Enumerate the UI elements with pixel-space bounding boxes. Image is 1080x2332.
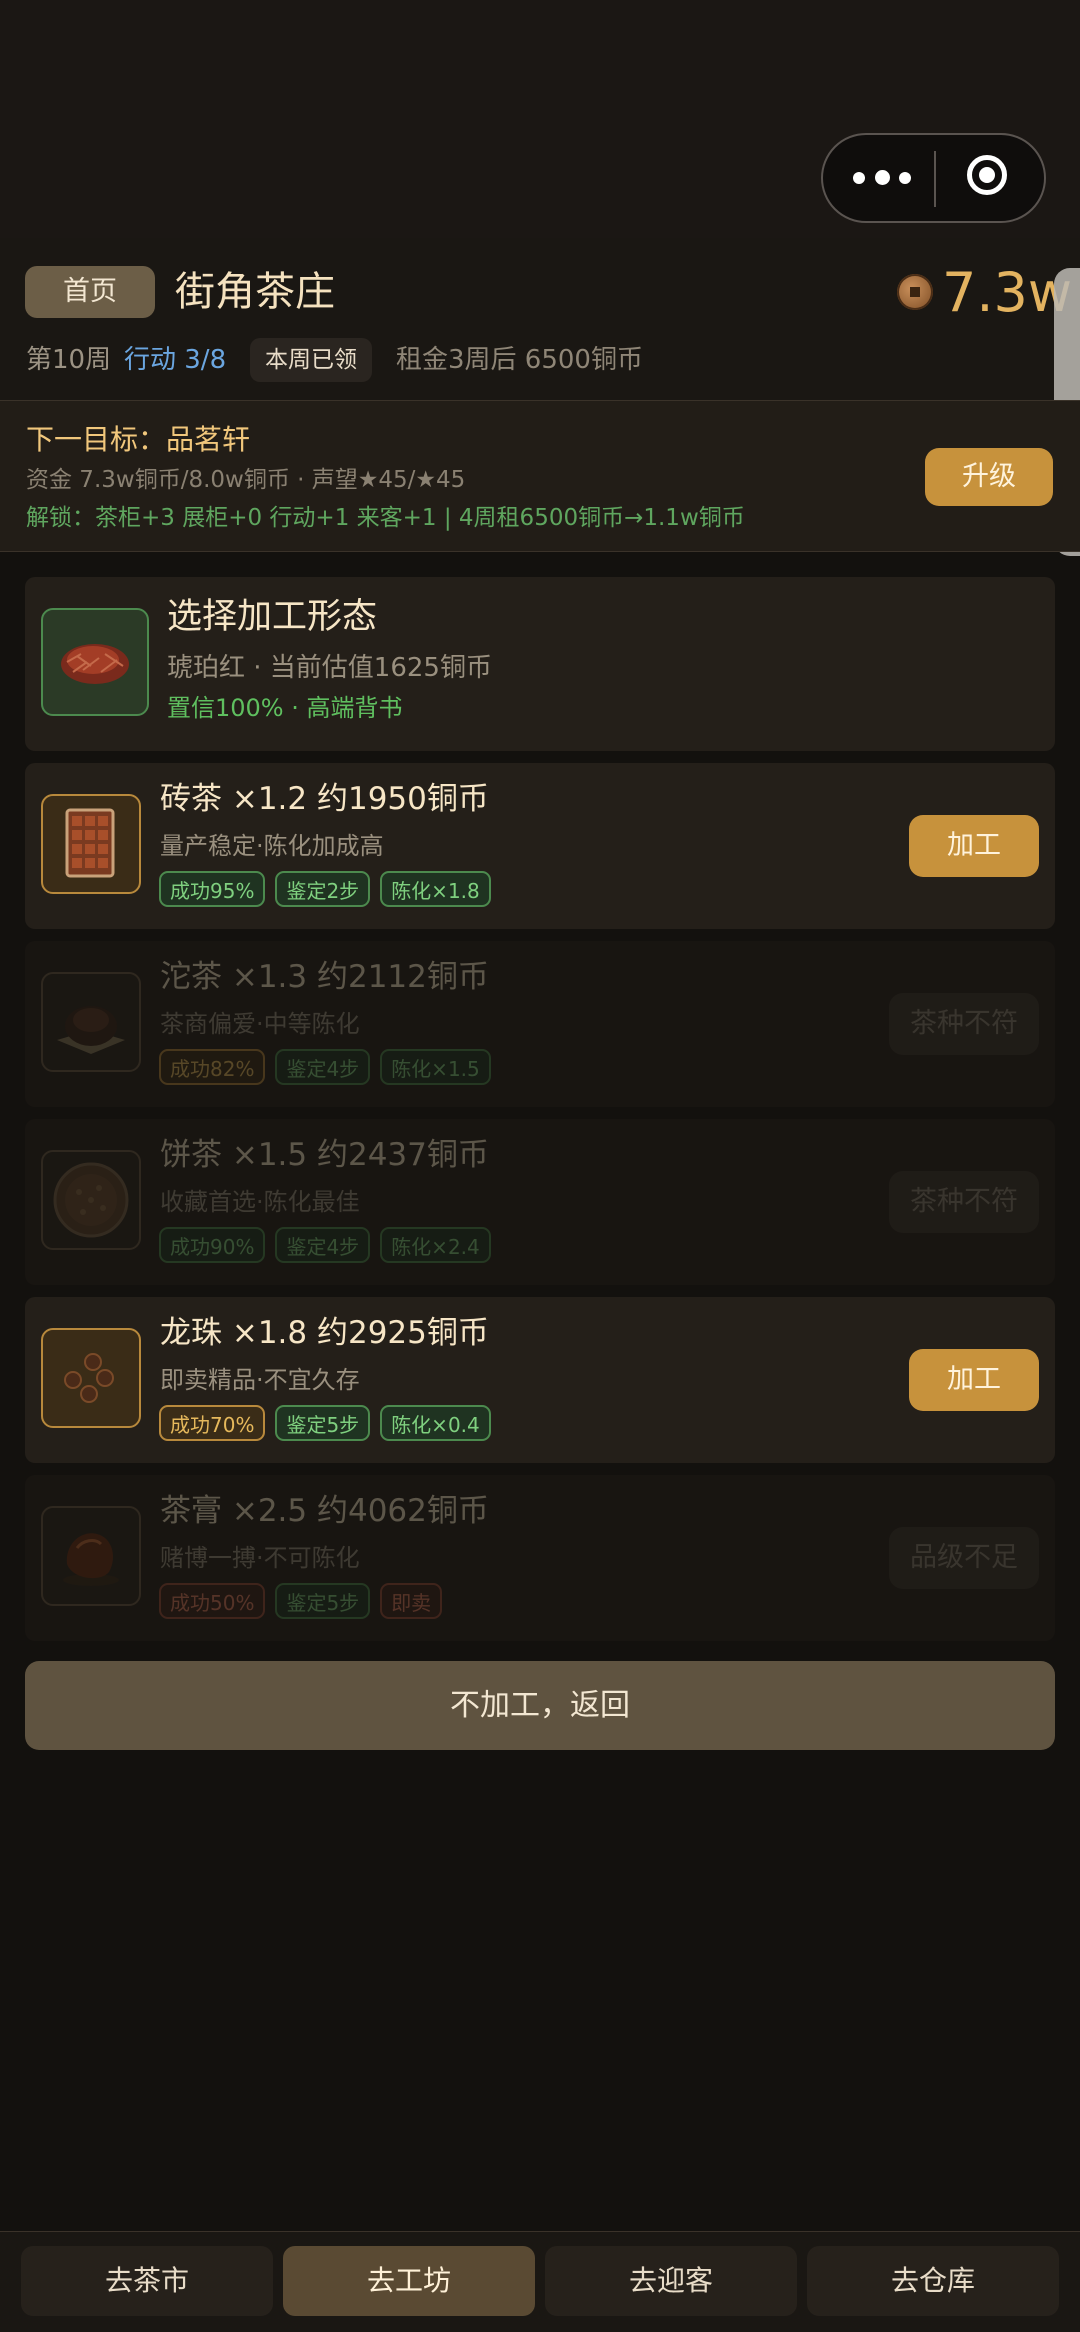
selected-tea-card: 选择加工形态 琥珀红 · 当前估值1625铜币 置信100% · 高端背书 (25, 577, 1055, 751)
goal-unlocks: 解锁：茶柜+3 展柜+0 行动+1 来客+1 | 4周租6500铜币→1.1w铜… (26, 505, 745, 531)
instant-sell-tag: 即卖 (380, 1583, 443, 1619)
shop-name: 街角茶庄 (175, 269, 335, 315)
success-tag: 成功90% (159, 1227, 266, 1263)
money-amount: 7.3w (942, 261, 1073, 324)
appraisal-tag: 鉴定5步 (275, 1583, 371, 1619)
loose-tea-leaves-icon (41, 608, 149, 716)
rent-status: 租金3周后 6500铜币 (396, 345, 643, 375)
option-tags: 成功95% 鉴定2步 陈化×1.8 (159, 871, 491, 911)
option-card-brick: 砖茶 ×1.2 约1950铜币 量产稳定·陈化加成高 成功95% 鉴定2步 陈化… (25, 763, 1055, 929)
option-desc: 收藏首选·陈化最佳 (160, 1188, 360, 1216)
option-title: 饼茶 ×1.5 约2437铜币 (160, 1137, 489, 1173)
option-title: 龙珠 ×1.8 约2925铜币 (160, 1315, 489, 1351)
option-title: 砖茶 ×1.2 约1950铜币 (160, 781, 489, 817)
aging-tag: 陈化×0.4 (380, 1405, 491, 1441)
option-card-paste: 茶膏 ×2.5 约4062铜币 赌博一搏·不可陈化 成功50% 鉴定5步 即卖 … (25, 1475, 1055, 1641)
brick-tea-icon (41, 794, 141, 894)
option-card-pearl: 龙珠 ×1.8 约2925铜币 即卖精品·不宜久存 成功70% 鉴定5步 陈化×… (25, 1297, 1055, 1463)
tea-pearls-icon (41, 1328, 141, 1428)
aging-tag: 陈化×1.5 (380, 1049, 491, 1085)
option-desc: 量产稳定·陈化加成高 (160, 832, 384, 860)
confidence-note: 置信100% · 高端背书 (167, 694, 403, 722)
option-card-cake: 饼茶 ×1.5 约2437铜币 收藏首选·陈化最佳 成功90% 鉴定4步 陈化×… (25, 1119, 1055, 1285)
option-tags: 成功90% 鉴定4步 陈化×2.4 (159, 1227, 491, 1267)
miniprogram-capsule (821, 133, 1046, 223)
actions-counter: 行动 3/8 (124, 345, 227, 375)
aging-tag: 陈化×2.4 (380, 1227, 491, 1263)
tea-paste-icon (41, 1506, 141, 1606)
option-desc: 即卖精品·不宜久存 (160, 1366, 360, 1394)
success-tag: 成功70% (159, 1405, 266, 1441)
process-button-disabled: 品级不足 (889, 1527, 1039, 1589)
option-title: 茶膏 ×2.5 约4062铜币 (160, 1493, 489, 1529)
week-label: 第10周 (26, 345, 112, 375)
success-tag: 成功82% (159, 1049, 266, 1085)
goal-title: 下一目标：品茗轩 (26, 423, 251, 456)
nav-warehouse[interactable]: 去仓库 (807, 2246, 1059, 2316)
tea-valuation: 琥珀红 · 当前估值1625铜币 (167, 653, 492, 683)
process-button[interactable]: 加工 (909, 1349, 1039, 1411)
process-button-disabled: 茶种不符 (889, 993, 1039, 1055)
select-form-title: 选择加工形态 (167, 597, 378, 637)
option-tags: 成功50% 鉴定5步 即卖 (159, 1583, 443, 1623)
option-desc: 赌博一搏·不可陈化 (160, 1544, 360, 1572)
option-tags: 成功82% 鉴定4步 陈化×1.5 (159, 1049, 491, 1089)
appraisal-tag: 鉴定4步 (275, 1227, 371, 1263)
appraisal-tag: 鉴定5步 (275, 1405, 371, 1441)
option-card-tuo: 沱茶 ×1.3 约2112铜币 茶商偏爱·中等陈化 成功82% 鉴定4步 陈化×… (25, 941, 1055, 1107)
nav-tea-market[interactable]: 去茶市 (21, 2246, 273, 2316)
nav-workshop[interactable]: 去工坊 (283, 2246, 535, 2316)
option-desc: 茶商偏爱·中等陈化 (160, 1010, 360, 1038)
nav-greet-guests[interactable]: 去迎客 (545, 2246, 797, 2316)
aging-tag: 陈化×1.8 (380, 871, 491, 907)
capsule-divider (934, 151, 936, 207)
success-tag: 成功95% (159, 871, 266, 907)
goal-requirements: 资金 7.3w铜币/8.0w铜币 · 声望★45/★45 (26, 467, 466, 493)
option-tags: 成功70% 鉴定5步 陈化×0.4 (159, 1405, 491, 1445)
skip-and-return-button[interactable]: 不加工，返回 (25, 1661, 1055, 1750)
appraisal-tag: 鉴定4步 (275, 1049, 371, 1085)
appraisal-tag: 鉴定2步 (275, 871, 371, 907)
home-button[interactable]: 首页 (25, 266, 155, 318)
upgrade-button[interactable]: 升级 (925, 448, 1053, 506)
cake-tea-icon (41, 1150, 141, 1250)
process-button-disabled: 茶种不符 (889, 1171, 1039, 1233)
copper-coin-icon (897, 274, 933, 310)
tuo-tea-icon (41, 972, 141, 1072)
more-dots-icon[interactable] (853, 163, 913, 193)
process-button[interactable]: 加工 (909, 815, 1039, 877)
weekly-claimed-badge: 本周已领 (250, 338, 372, 382)
success-tag: 成功50% (159, 1583, 266, 1619)
record-target-icon[interactable] (967, 155, 1007, 195)
option-title: 沱茶 ×1.3 约2112铜币 (160, 959, 489, 995)
